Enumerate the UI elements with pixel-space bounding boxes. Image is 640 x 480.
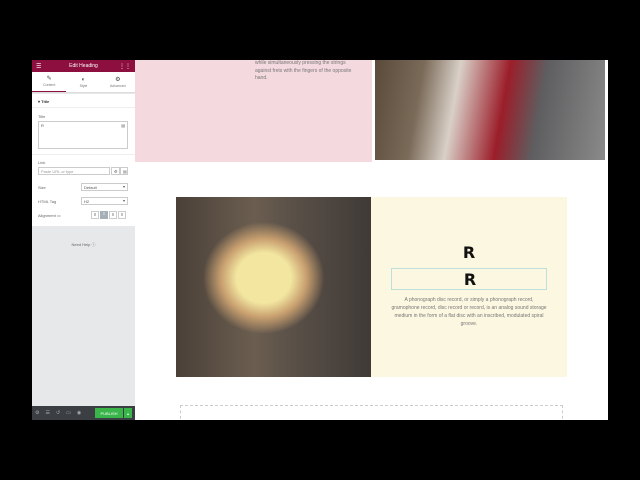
pencil-icon: ✎: [46, 76, 52, 82]
navigator-icon[interactable]: ☰: [45, 410, 49, 416]
size-select[interactable]: Default: [81, 183, 128, 191]
title-value: R: [41, 123, 44, 128]
size-label: Size: [38, 185, 46, 190]
responsive-icon[interactable]: ▭: [66, 410, 71, 416]
help-text: Need Help: [71, 242, 91, 247]
editor-panel: ☰ Edit Heading ⋮⋮ ✎ Content ◐ Style ⚙ Advan…: [32, 60, 135, 420]
divider: [32, 107, 135, 108]
link-placeholder: Paste URL or type: [41, 169, 74, 174]
link-options-icon[interactable]: ⚙: [111, 167, 120, 175]
publish-button[interactable]: PUBLISH: [95, 408, 123, 418]
tab-style[interactable]: ◐ Style: [66, 72, 100, 92]
description-text: A phonograph disc record, or simply a ph…: [391, 297, 547, 327]
selected-heading-widget[interactable]: R: [391, 268, 547, 290]
database-icon[interactable]: ▤: [120, 167, 128, 175]
question-icon: ⓘ: [91, 242, 96, 247]
controls: ▾ Title Title R ▤ Link Paste URL or type …: [32, 94, 135, 226]
align-left-icon[interactable]: ≡: [91, 211, 99, 219]
need-help-link[interactable]: Need Help ⓘ: [32, 242, 135, 248]
link-input[interactable]: Paste URL or type: [38, 167, 110, 175]
page-canvas: while simultaneously pressing the string…: [135, 60, 608, 420]
title-label: Title: [38, 114, 46, 119]
contrast-icon: ◐: [81, 76, 86, 83]
align-center-icon[interactable]: ≡: [100, 211, 108, 219]
panel-tabs: ✎ Content ◐ Style ⚙ Advanced: [32, 72, 135, 93]
gear-icon: ⚙: [115, 76, 121, 83]
size-value: Default: [84, 185, 97, 190]
body-text: while simultaneously pressing the string…: [255, 60, 352, 81]
database-icon[interactable]: ▤: [121, 123, 125, 128]
alignment-text: Alignment: [38, 213, 56, 218]
tab-advanced[interactable]: ⚙ Advanced: [101, 72, 135, 92]
hamburger-icon[interactable]: ☰: [36, 63, 41, 70]
grid-icon[interactable]: ⋮⋮: [119, 63, 131, 70]
preview-icon[interactable]: ◉: [77, 410, 81, 416]
heading[interactable]: R: [371, 243, 567, 262]
record-store-image[interactable]: [176, 197, 371, 377]
html-tag-label: HTML Tag: [38, 199, 57, 204]
guitar-image[interactable]: [375, 60, 605, 160]
divider: [32, 154, 135, 155]
monitor-icon[interactable]: ▭: [57, 213, 61, 218]
content-column: R R A phonograph disc record, or simply …: [371, 197, 567, 377]
publish-options-button[interactable]: ▴: [124, 408, 132, 418]
panel-header: ☰ Edit Heading ⋮⋮: [32, 60, 135, 72]
section-title: Title: [41, 99, 50, 104]
alignment-label: Alignment ▭: [38, 213, 61, 218]
tab-content[interactable]: ✎ Content: [32, 72, 67, 92]
heading-editing[interactable]: R: [372, 270, 568, 289]
panel-footer: ⚙ ☰ ↺ ▭ ◉ PUBLISH ▴: [32, 406, 135, 420]
history-icon[interactable]: ↺: [56, 410, 60, 416]
settings-icon[interactable]: ⚙: [35, 410, 39, 416]
panel-title: Edit Heading: [69, 63, 98, 69]
html-tag-select[interactable]: H2: [81, 197, 128, 205]
align-right-icon[interactable]: ≡: [109, 211, 117, 219]
tab-label: Advanced: [110, 83, 126, 88]
link-label: Link: [38, 160, 46, 165]
align-justify-icon[interactable]: ≡: [118, 211, 126, 219]
section-title-toggle[interactable]: ▾ Title: [38, 99, 49, 104]
title-textarea[interactable]: R ▤: [38, 121, 128, 149]
text-section: while simultaneously pressing the string…: [135, 60, 372, 162]
html-tag-value: H2: [84, 199, 90, 204]
tab-label: Style: [79, 83, 88, 88]
add-section-area[interactable]: [180, 405, 563, 420]
tab-label: Content: [43, 83, 56, 87]
alignment-group: ≡ ≡ ≡ ≡: [91, 211, 126, 219]
